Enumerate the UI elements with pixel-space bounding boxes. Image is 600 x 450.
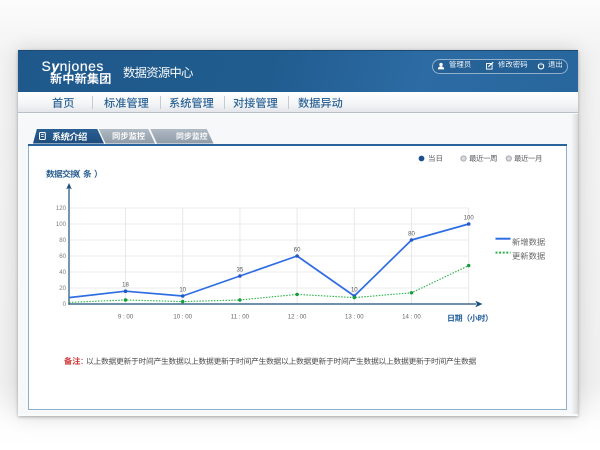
svg-text:100: 100 <box>56 221 67 228</box>
svg-text:10: 10 <box>351 288 358 294</box>
svg-text:9 : 00: 9 : 00 <box>118 314 134 321</box>
svg-text:14 : 00: 14 : 00 <box>402 314 421 321</box>
svg-text:60: 60 <box>59 253 66 260</box>
svg-text:80: 80 <box>59 237 66 244</box>
svg-text:120: 120 <box>56 205 67 212</box>
svg-text:13 : 00: 13 : 00 <box>345 314 364 321</box>
svg-text:20: 20 <box>59 285 66 292</box>
svg-text:18: 18 <box>122 283 129 289</box>
svg-text:100: 100 <box>464 216 475 222</box>
svg-text:11 : 00: 11 : 00 <box>231 314 250 321</box>
svg-text:80: 80 <box>408 232 415 238</box>
svg-text:60: 60 <box>294 248 301 254</box>
svg-text:0: 0 <box>63 301 67 308</box>
svg-text:35: 35 <box>237 268 244 274</box>
svg-text:10: 10 <box>179 288 186 294</box>
svg-text:40: 40 <box>59 269 66 276</box>
svg-text:12 : 00: 12 : 00 <box>288 314 307 321</box>
svg-text:10 : 00: 10 : 00 <box>173 314 192 321</box>
